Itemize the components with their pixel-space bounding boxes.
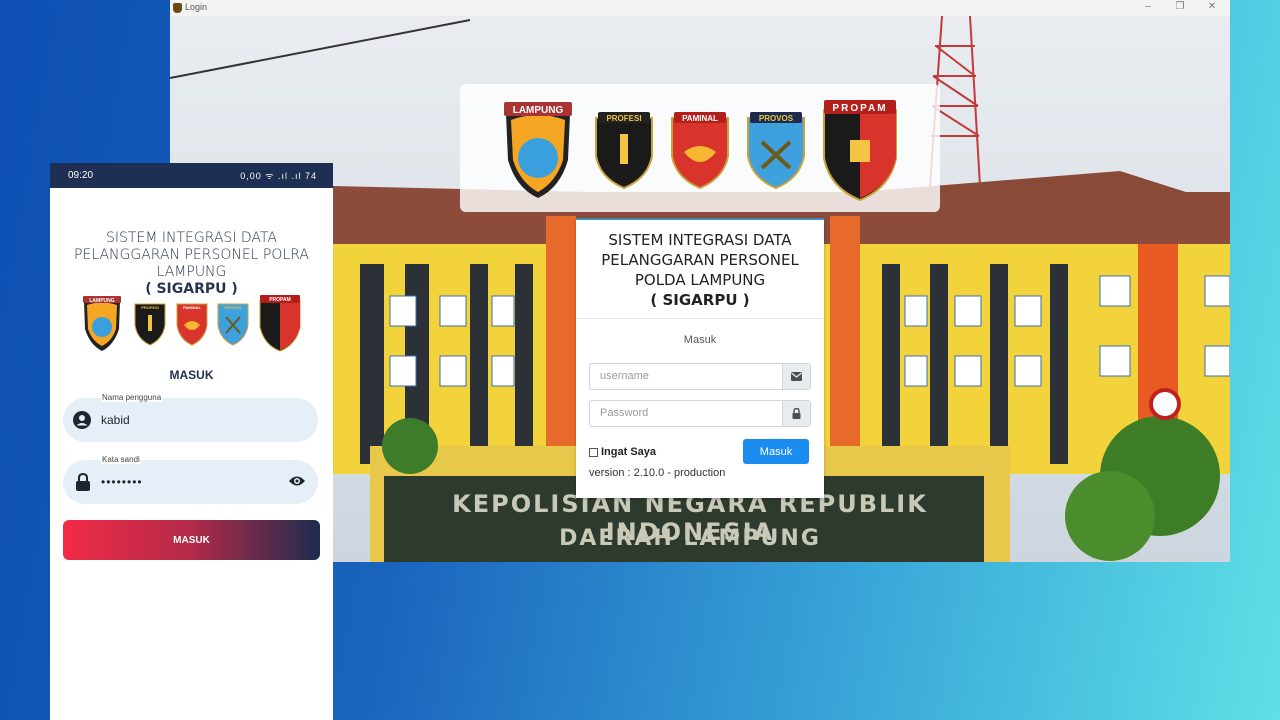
mobile-title-main: SISTEM INTEGRASI DATA PELANGGARAN PERSON… [74, 230, 309, 280]
mobile-login-heading: MASUK [169, 368, 214, 382]
phone-status-bar: 09:20 0,00 ᯤ .ıl .ıl 74 [50, 163, 333, 188]
window-titlebar: Login – ❐ ✕ [170, 0, 1230, 17]
sign-line-2: DAERAH LAMPUNG [559, 526, 821, 551]
provos-logo: PROVOS [747, 112, 805, 190]
mobile-paminal-logo-text: PAMINAL [183, 305, 201, 310]
mobile-provos-logo-text: PROVOS [224, 305, 241, 310]
mobile-username-label: Nama pengguna [101, 393, 163, 402]
mobile-password-value: •••••••• [101, 475, 143, 489]
mobile-logo-row: LAMPUNG PROFESI PAMINAL PROVOS PROPAM [83, 295, 301, 352]
mobile-provos-logo: PROVOS [217, 303, 249, 346]
mobile-propam-logo: PROPAM [259, 295, 301, 352]
mobile-profesi-logo: PROFESI [134, 303, 166, 346]
mobile-login-screen: 09:20 0,00 ᯤ .ıl .ıl 74 SISTEM INTEGRASI… [50, 163, 333, 720]
login-title-main: SISTEM INTEGRASI DATA PELANGGARAN PERSON… [601, 231, 799, 289]
paminal-logo: PAMINAL [671, 112, 729, 190]
mobile-username-value: kabid [101, 413, 130, 427]
profesi-logo-text: PROFESI [606, 114, 641, 123]
login-subtitle: Masuk [683, 334, 717, 346]
eye-icon[interactable] [288, 475, 306, 487]
provos-logo-text: PROVOS [759, 114, 794, 123]
mobile-lampung-logo: LAMPUNG [83, 296, 121, 351]
lampung-logo: LAMPUNG [504, 102, 572, 198]
envelope-icon [782, 364, 810, 389]
mobile-password-label: Kata sandi [101, 455, 141, 464]
propam-logo: PROPAM [823, 100, 897, 202]
mobile-lampung-logo-text: LAMPUNG [89, 298, 114, 304]
remember-me[interactable]: Ingat Saya [589, 446, 656, 458]
login-title-acronym: ( SIGARPU ) [650, 291, 750, 309]
mobile-username-field[interactable]: kabid [63, 398, 318, 442]
mobile-profesi-logo-text: PROFESI [141, 305, 159, 310]
user-icon [73, 411, 91, 429]
propam-logo-text: PROPAM [832, 103, 887, 114]
remember-me-label: Ingat Saya [601, 446, 657, 458]
lock-icon [76, 473, 90, 491]
password-input[interactable] [598, 406, 782, 420]
login-card-title: SISTEM INTEGRASI DATA PELANGGARAN PERSON… [576, 220, 824, 319]
username-input[interactable] [598, 369, 782, 383]
mobile-propam-logo-text: PROPAM [269, 297, 291, 303]
login-card: SISTEM INTEGRASI DATA PELANGGARAN PERSON… [576, 218, 824, 498]
mobile-paminal-logo: PAMINAL [176, 303, 208, 346]
logo-panel: LAMPUNG PROFESI PAMINAL PROVOS PROPAM [460, 84, 940, 212]
username-field[interactable] [589, 363, 811, 390]
mobile-login-button[interactable]: MASUK [63, 520, 320, 560]
maximize-button[interactable]: ❐ [1170, 1, 1190, 12]
lampung-logo-text: LAMPUNG [513, 105, 564, 116]
app-icon [173, 3, 182, 13]
login-button[interactable]: Masuk [743, 439, 809, 464]
mobile-password-field[interactable]: •••••••• [63, 460, 318, 504]
version-text: version : 2.10.0 - production [589, 467, 726, 479]
password-field[interactable] [589, 400, 811, 427]
mobile-app-title: SISTEM INTEGRASI DATA PELANGGARAN PERSON… [60, 230, 323, 298]
close-button[interactable]: ✕ [1202, 1, 1222, 12]
window-title: Login [185, 2, 208, 12]
profesi-logo: PROFESI [595, 112, 653, 190]
paminal-logo-text: PAMINAL [682, 114, 718, 123]
remember-me-checkbox[interactable] [589, 447, 598, 457]
lock-icon [782, 401, 810, 426]
status-time: 09:20 [68, 170, 94, 181]
status-icons: 0,00 ᯤ .ıl .ıl 74 [240, 171, 317, 181]
minimize-button[interactable]: – [1138, 1, 1158, 12]
